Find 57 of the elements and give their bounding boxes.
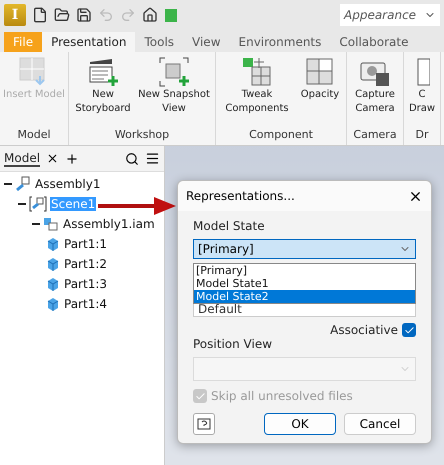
close-icon[interactable]	[46, 152, 60, 165]
ribbon-command[interactable]: New Storyboard	[72, 52, 134, 125]
dialog-title: Representations...	[186, 189, 295, 203]
field-label: Position View	[193, 337, 274, 351]
check-icon	[404, 324, 414, 336]
assembly-icon	[43, 217, 59, 231]
ribbon-tab[interactable]: Tools	[135, 32, 184, 52]
tree-item[interactable]: Assembly1.iam	[62, 217, 156, 231]
menu-icon[interactable]	[145, 151, 160, 166]
ribbon-tab[interactable]: View	[183, 32, 230, 52]
dropdown-option[interactable]: Model State2	[194, 290, 415, 303]
cube-icon	[46, 297, 60, 311]
browser-tab[interactable]: Model	[4, 150, 40, 166]
tree-item[interactable]: Part1:1	[63, 237, 108, 251]
tree-item[interactable]: Assembly1	[34, 177, 102, 191]
ribbon-command[interactable]: Capture Camera	[350, 52, 400, 125]
help-icon	[197, 418, 211, 430]
ribbon-command[interactable]: Opacity	[297, 52, 343, 125]
cube-icon	[46, 237, 60, 251]
tree-item[interactable]: Part1:3	[63, 277, 108, 291]
checkbox-label: Associative	[330, 323, 398, 337]
ribbon-command[interactable]: New Snapshot View	[136, 52, 212, 125]
model-state-dropdown[interactable]: [Primary]	[193, 239, 416, 259]
cube-icon	[46, 257, 60, 271]
panel-title: Dr	[414, 127, 430, 143]
open-icon[interactable]	[54, 7, 70, 23]
arrow-icon	[98, 196, 176, 216]
help-button[interactable]	[193, 413, 215, 435]
tree-item[interactable]: Part1:2	[63, 257, 108, 271]
tree-item[interactable]: Part1:4	[63, 297, 108, 311]
panel-title: Model	[16, 127, 52, 143]
panel-title: Camera	[352, 127, 398, 143]
add-icon[interactable]	[65, 152, 80, 166]
snapshot-icon	[158, 56, 190, 88]
ribbon-command[interactable]: Tweak Components	[219, 52, 295, 125]
dialog-button[interactable]: OK	[264, 413, 336, 435]
save-icon[interactable]	[76, 7, 92, 23]
presentation-icon	[15, 176, 31, 192]
new-file-icon[interactable]	[32, 7, 48, 23]
scene-icon	[29, 196, 47, 212]
home-icon[interactable]	[142, 7, 158, 23]
ribbon-tab[interactable]: Collaborate	[330, 32, 418, 52]
clapperboard-icon	[87, 56, 119, 88]
checkbox[interactable]	[402, 323, 416, 337]
ribbon-tab[interactable]: Environments	[230, 32, 330, 52]
panel-title: Component	[248, 127, 314, 143]
cube-icon	[46, 277, 60, 291]
appearance-dropdown[interactable]: Appearance	[340, 4, 440, 26]
tweak-icon	[241, 56, 273, 88]
ribbon-tab[interactable]: Presentation	[42, 32, 136, 52]
field-label: Model State	[193, 219, 266, 233]
dialog-button[interactable]: Cancel	[344, 413, 416, 435]
panel-title: Workshop	[114, 127, 170, 143]
ribbon-command[interactable]: C Draw	[407, 52, 437, 125]
search-icon[interactable]	[125, 152, 139, 166]
checkbox-label: Skip all unresolved files	[211, 389, 353, 403]
check-icon	[194, 390, 206, 402]
